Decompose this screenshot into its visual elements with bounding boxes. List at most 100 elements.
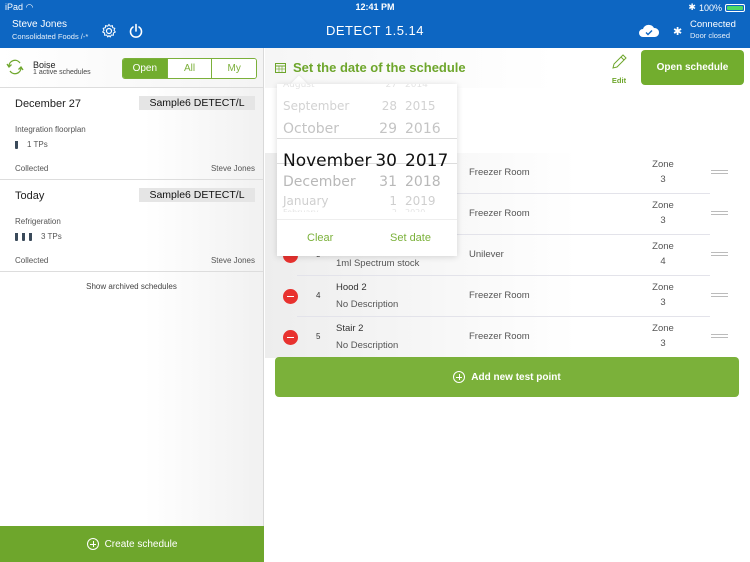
schedule-item[interactable]: December 27 Sample6 DETECT/L Integration… — [0, 88, 263, 180]
day-wheel[interactable]: 27 28 29 30 31 12 — [373, 84, 397, 212]
power-icon[interactable] — [128, 23, 144, 39]
drag-handle-icon[interactable] — [711, 293, 728, 299]
year-option[interactable]: 2020 — [405, 208, 425, 212]
test-point-desc: No Description — [336, 340, 399, 351]
status-right: ✱ 100% — [688, 2, 745, 13]
year-option[interactable]: 2015 — [405, 99, 436, 113]
plus-circle-icon — [86, 538, 99, 550]
zone-label: Zone — [652, 282, 674, 293]
delete-icon[interactable] — [283, 289, 298, 304]
test-tube-icon — [15, 140, 18, 149]
zone-value: 4 — [660, 256, 666, 267]
test-point-name: Hood 2 — [336, 282, 367, 293]
edit-button[interactable]: Edit — [607, 53, 631, 85]
edit-label: Edit — [611, 76, 627, 85]
schedule-filter: Open All My — [122, 58, 257, 79]
sidebar-header: Boise 1 active schedules Open All My — [0, 48, 263, 88]
test-point-row[interactable]: 5 Stair 2 No Description Freezer Room Zo… — [265, 317, 750, 358]
plus-circle-icon — [453, 371, 466, 383]
month-option[interactable]: February — [283, 208, 318, 212]
page-title[interactable]: Set the date of the schedule — [293, 60, 466, 75]
schedule-status: Collected — [15, 256, 49, 265]
add-test-point-button[interactable]: Add new test point — [275, 357, 739, 397]
year-option[interactable]: 2016 — [405, 121, 441, 137]
schedule-date: December 27 — [15, 98, 82, 110]
test-tube-icon — [29, 232, 32, 241]
test-point-zone: Zone 4 — [640, 239, 686, 269]
zone-value: 3 — [660, 174, 666, 185]
schedule-item[interactable]: Today Sample6 DETECT/L Refrigeration 3 T… — [0, 180, 263, 272]
calendar-icon[interactable] — [275, 62, 286, 73]
year-wheel[interactable]: 2014 2015 2016 2017 2018 20192020 — [405, 84, 453, 212]
zone-label: Zone — [652, 200, 674, 211]
schedule-date: Today — [15, 190, 45, 202]
zone-value: 3 — [660, 297, 666, 308]
day-option[interactable]: 29 — [379, 121, 397, 137]
schedule-tps: 3 TPs — [15, 232, 62, 241]
test-point-zone: Zone 3 — [640, 280, 686, 310]
drag-handle-icon[interactable] — [711, 334, 728, 340]
schedule-user: Steve Jones — [210, 164, 255, 173]
sync-icon[interactable] — [6, 58, 24, 76]
month-option[interactable]: September — [283, 99, 349, 113]
month-option[interactable]: January — [283, 194, 329, 208]
show-archived-link[interactable]: Show archived schedules — [0, 282, 263, 291]
connection-sub: Door closed — [690, 31, 731, 40]
date-picker-popover: August September October November December Ja… — [277, 84, 457, 256]
filter-open[interactable]: Open — [123, 59, 167, 78]
month-option[interactable]: November — [283, 151, 371, 171]
test-point-number: 4 — [316, 291, 321, 300]
test-point-area: Freezer Room — [469, 167, 530, 178]
day-option[interactable]: 31 — [379, 174, 397, 190]
location-subtitle: 1 active schedules — [33, 69, 91, 76]
create-schedule-button[interactable]: Create schedule — [0, 526, 264, 562]
year-option[interactable]: 2014 — [405, 84, 428, 90]
drag-handle-icon[interactable] — [711, 211, 728, 217]
schedule-tag: Sample6 DETECT/L — [139, 188, 255, 202]
zone-value: 3 — [660, 215, 666, 226]
test-point-row[interactable]: 4 Hood 2 No Description Freezer Room Zon… — [265, 276, 750, 317]
connection-status[interactable]: Connected Door closed — [690, 19, 736, 40]
bluetooth-status-icon: ✱ — [688, 2, 696, 12]
test-point-name: Stair 2 — [336, 323, 364, 334]
cloud-check-icon[interactable] — [638, 24, 660, 38]
drag-handle-icon[interactable] — [711, 170, 728, 176]
sidebar: Boise 1 active schedules Open All My Dec… — [0, 48, 264, 562]
test-point-area: Unilever — [469, 249, 504, 260]
battery-icon — [725, 3, 745, 12]
drag-handle-icon[interactable] — [711, 252, 728, 258]
month-option[interactable]: December — [283, 174, 356, 190]
year-option[interactable]: 2017 — [405, 151, 448, 171]
month-option[interactable]: October — [283, 121, 339, 137]
day-option[interactable]: 1 — [389, 194, 397, 208]
schedule-plan: Refrigeration — [15, 217, 61, 226]
test-point-zone: Zone 3 — [640, 157, 686, 187]
battery-fill — [727, 5, 743, 10]
test-point-zone: Zone 3 — [640, 198, 686, 228]
year-option[interactable]: 2018 — [405, 174, 441, 190]
schedule-tps-label: 1 TPs — [27, 140, 48, 149]
test-point-area: Freezer Room — [469, 208, 530, 219]
settings-gear-icon[interactable] — [101, 23, 117, 39]
day-option[interactable]: 30 — [375, 151, 397, 171]
set-date-button[interactable]: Set date — [390, 232, 431, 244]
date-picker-wheel[interactable]: August September October November December Ja… — [277, 84, 457, 212]
clear-button[interactable]: Clear — [307, 232, 333, 244]
day-option[interactable]: 28 — [382, 99, 397, 113]
day-option[interactable]: 27 — [386, 84, 397, 90]
filter-all[interactable]: All — [166, 59, 212, 78]
schedule-tag: Sample6 DETECT/L — [139, 96, 255, 110]
month-option[interactable]: August — [283, 84, 315, 90]
day-option[interactable]: 2 — [392, 208, 397, 212]
year-option[interactable]: 2019 — [405, 194, 436, 208]
schedule-plan: Integration floorplan — [15, 125, 86, 134]
schedule-tps: 1 TPs — [15, 140, 48, 149]
open-schedule-button[interactable]: Open schedule — [641, 50, 744, 85]
delete-icon[interactable] — [283, 330, 298, 345]
add-test-point-label: Add new test point — [471, 371, 561, 383]
filter-my[interactable]: My — [211, 59, 256, 78]
test-point-area: Freezer Room — [469, 290, 530, 301]
pencil-icon — [612, 54, 627, 69]
popover-actions: Clear Set date — [277, 219, 457, 256]
month-wheel[interactable]: August September October November December Ja… — [283, 84, 373, 212]
